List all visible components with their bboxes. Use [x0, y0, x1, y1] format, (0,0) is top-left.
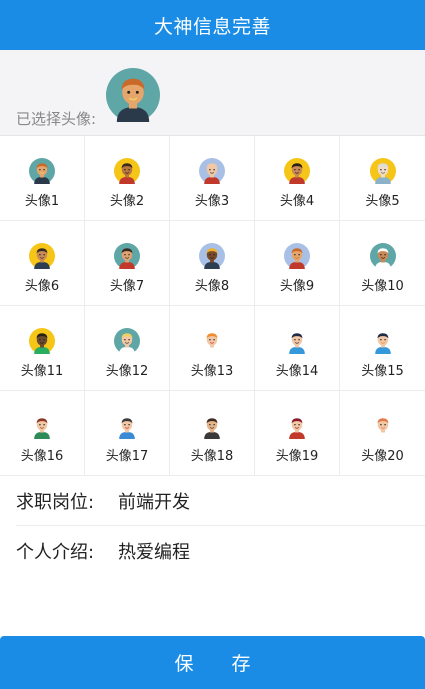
avatar-option-17[interactable]: 头像17: [85, 391, 170, 476]
avatar-icon: [284, 328, 310, 354]
avatar-label: 头像16: [20, 449, 64, 464]
avatar-label: 头像8: [194, 279, 230, 294]
avatar-icon: [284, 243, 310, 269]
avatar-label: 头像15: [361, 364, 404, 379]
intro-row: 个人介绍:: [16, 526, 425, 576]
position-label: 求职岗位:: [16, 491, 95, 513]
avatar-icon: [29, 158, 55, 184]
avatar-icon: [114, 243, 140, 269]
avatar-label: 头像1: [24, 194, 60, 209]
avatar-option-4[interactable]: 头像4: [255, 136, 340, 221]
avatar-icon: [369, 413, 396, 439]
avatar-icon: [284, 413, 310, 439]
avatar-label: 头像3: [194, 194, 230, 209]
avatar-icon: [369, 243, 396, 269]
avatar-option-3[interactable]: 头像3: [170, 136, 255, 221]
avatar-option-18[interactable]: 头像18: [170, 391, 255, 476]
avatar-icon: [114, 413, 140, 439]
avatar-label: 头像7: [109, 279, 145, 294]
avatar-option-1[interactable]: 头像1: [0, 136, 85, 221]
avatar-option-8[interactable]: 头像8: [170, 221, 255, 306]
position-row: 求职岗位:: [16, 476, 425, 526]
avatar-option-19[interactable]: 头像19: [255, 391, 340, 476]
avatar-label: 头像19: [275, 449, 319, 464]
avatar-label: 头像4: [279, 194, 315, 209]
avatar-option-15[interactable]: 头像15: [340, 306, 425, 391]
avatar-option-6[interactable]: 头像6: [0, 221, 85, 306]
avatar-option-5[interactable]: 头像5: [340, 136, 425, 221]
avatar-option-2[interactable]: 头像2: [85, 136, 170, 221]
avatar-option-13[interactable]: 头像13: [170, 306, 255, 391]
avatar-label: 头像11: [20, 364, 64, 379]
avatar-icon: [29, 328, 55, 354]
selected-avatar-icon: [106, 68, 160, 122]
avatar-option-10[interactable]: 头像10: [340, 221, 425, 306]
nav-bar: 大神信息完善: [0, 0, 425, 50]
avatar-label: 头像2: [109, 194, 145, 209]
intro-label: 个人介绍:: [16, 542, 95, 563]
avatar-icon: [369, 158, 396, 184]
avatar-icon: [199, 243, 225, 269]
avatar-label: 头像20: [361, 449, 404, 464]
avatar-icon: [284, 158, 310, 184]
avatar-label: 头像13: [190, 364, 234, 379]
avatar-label: 头像14: [275, 364, 319, 379]
selected-avatar-label: 已选择头像:: [16, 110, 97, 128]
avatar-option-11[interactable]: 头像11: [0, 306, 85, 391]
avatar-icon: [29, 243, 55, 269]
avatar-label: 头像5: [365, 194, 400, 209]
avatar-grid: 头像1 头像2 头像3 头像4 头像5 头像6 头像7 头像8 头像9 头像10…: [0, 136, 425, 476]
position-input[interactable]: [118, 490, 425, 511]
avatar-option-12[interactable]: 头像12: [85, 306, 170, 391]
avatar-icon: [199, 158, 225, 184]
avatar-icon: [199, 328, 225, 354]
avatar-option-14[interactable]: 头像14: [255, 306, 340, 391]
avatar-option-16[interactable]: 头像16: [0, 391, 85, 476]
avatar-label: 头像10: [361, 279, 404, 294]
avatar-label: 头像6: [24, 279, 60, 294]
avatar-option-20[interactable]: 头像20: [340, 391, 425, 476]
avatar-option-9[interactable]: 头像9: [255, 221, 340, 306]
intro-input[interactable]: [118, 540, 425, 562]
save-button[interactable]: 保 存: [0, 636, 425, 689]
avatar-label: 头像9: [279, 279, 315, 294]
avatar-icon: [199, 413, 225, 439]
avatar-icon: [29, 413, 55, 439]
avatar-icon: [369, 328, 396, 354]
avatar-label: 头像18: [190, 449, 234, 464]
avatar-icon: [114, 158, 140, 184]
selected-avatar-row: 已选择头像:: [0, 50, 425, 136]
avatar-icon: [114, 328, 140, 354]
avatar-label: 头像17: [105, 449, 149, 464]
page-title: 大神信息完善: [153, 15, 271, 38]
avatar-option-7[interactable]: 头像7: [85, 221, 170, 306]
avatar-label: 头像12: [105, 364, 149, 379]
